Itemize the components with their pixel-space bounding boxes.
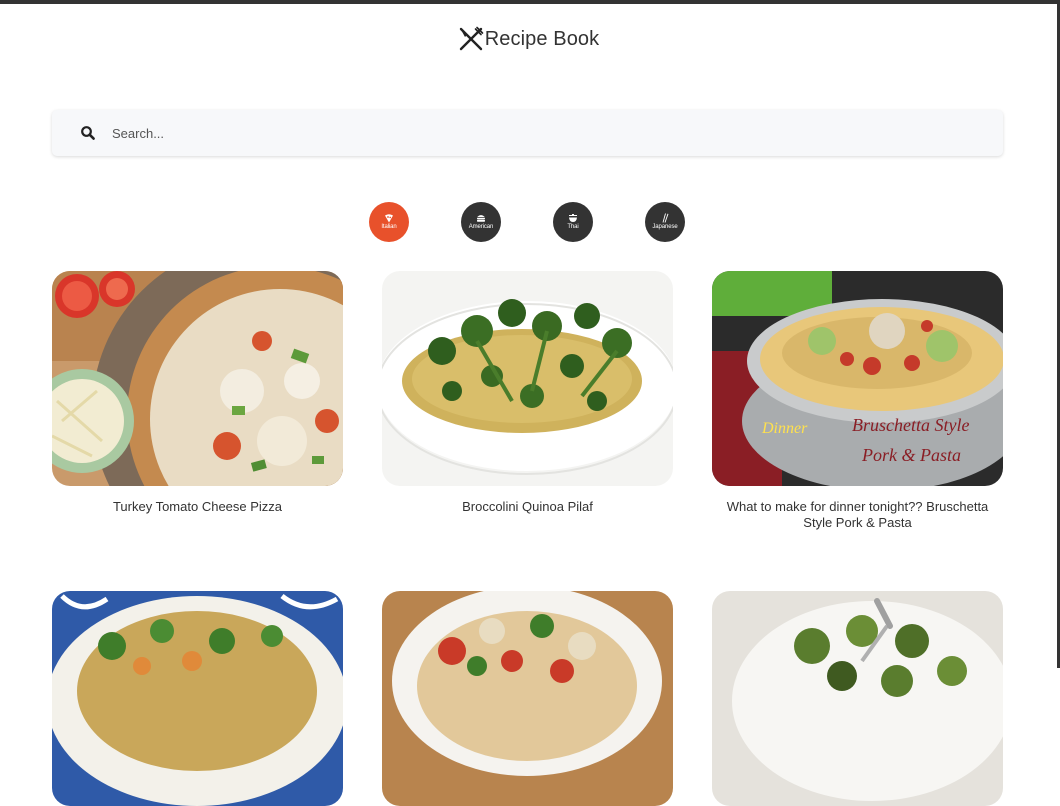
category-japanese[interactable]: Japanese <box>645 202 685 242</box>
recipe-title[interactable]: What to make for dinner tonight?? Brusch… <box>712 499 1003 531</box>
svg-text:Pork & Pasta: Pork & Pasta <box>861 445 961 465</box>
category-italian[interactable]: Italian <box>369 202 409 242</box>
category-american[interactable]: American <box>461 202 501 242</box>
recipe-title[interactable]: Broccolini Quinoa Pilaf <box>382 499 673 515</box>
salad-photo[interactable] <box>52 591 343 806</box>
pork-pasta-photo[interactable]: Dinner Bruschetta Style Pork & Pasta <box>712 271 1003 486</box>
recipe-card[interactable]: Turkey Tomato Cheese Pizza <box>52 271 343 515</box>
category-label: Japanese <box>652 224 678 230</box>
quinoa-pilaf-photo[interactable] <box>382 271 673 486</box>
recipe-card[interactable] <box>52 591 343 806</box>
svg-text:Dinner: Dinner <box>761 420 808 437</box>
search-icon[interactable] <box>80 125 96 141</box>
recipe-card[interactable]: Dinner Bruschetta Style Pork & Pasta Wha… <box>712 271 1003 531</box>
brussels-sprouts-photo[interactable] <box>712 591 1003 806</box>
category-label: Thai <box>567 224 579 230</box>
category-thai[interactable]: Thai <box>553 202 593 242</box>
burger-icon <box>477 215 485 222</box>
bowl-icon <box>569 214 577 222</box>
app-title: Recipe Book <box>484 27 600 50</box>
recipe-title[interactable]: Turkey Tomato Cheese Pizza <box>52 499 343 515</box>
pizza-slice-icon <box>385 214 393 223</box>
svg-text:Bruschetta Style: Bruschetta Style <box>852 415 969 435</box>
chopsticks-icon <box>662 213 669 223</box>
recipe-card[interactable]: Broccolini Quinoa Pilaf <box>382 271 673 515</box>
app-header: Recipe Book <box>0 26 1057 52</box>
recipe-card[interactable] <box>712 591 1003 806</box>
fork-knife-icon <box>458 26 484 52</box>
category-label: American <box>468 224 494 230</box>
pizza-photo[interactable] <box>52 271 343 486</box>
search-input[interactable] <box>112 125 972 141</box>
category-label: Italian <box>381 224 397 230</box>
pasta-bowl-photo[interactable] <box>382 591 673 806</box>
category-filter: Italian American Thai Japanese <box>369 202 685 242</box>
recipe-card[interactable] <box>382 591 673 806</box>
search-bar[interactable] <box>52 110 1003 156</box>
